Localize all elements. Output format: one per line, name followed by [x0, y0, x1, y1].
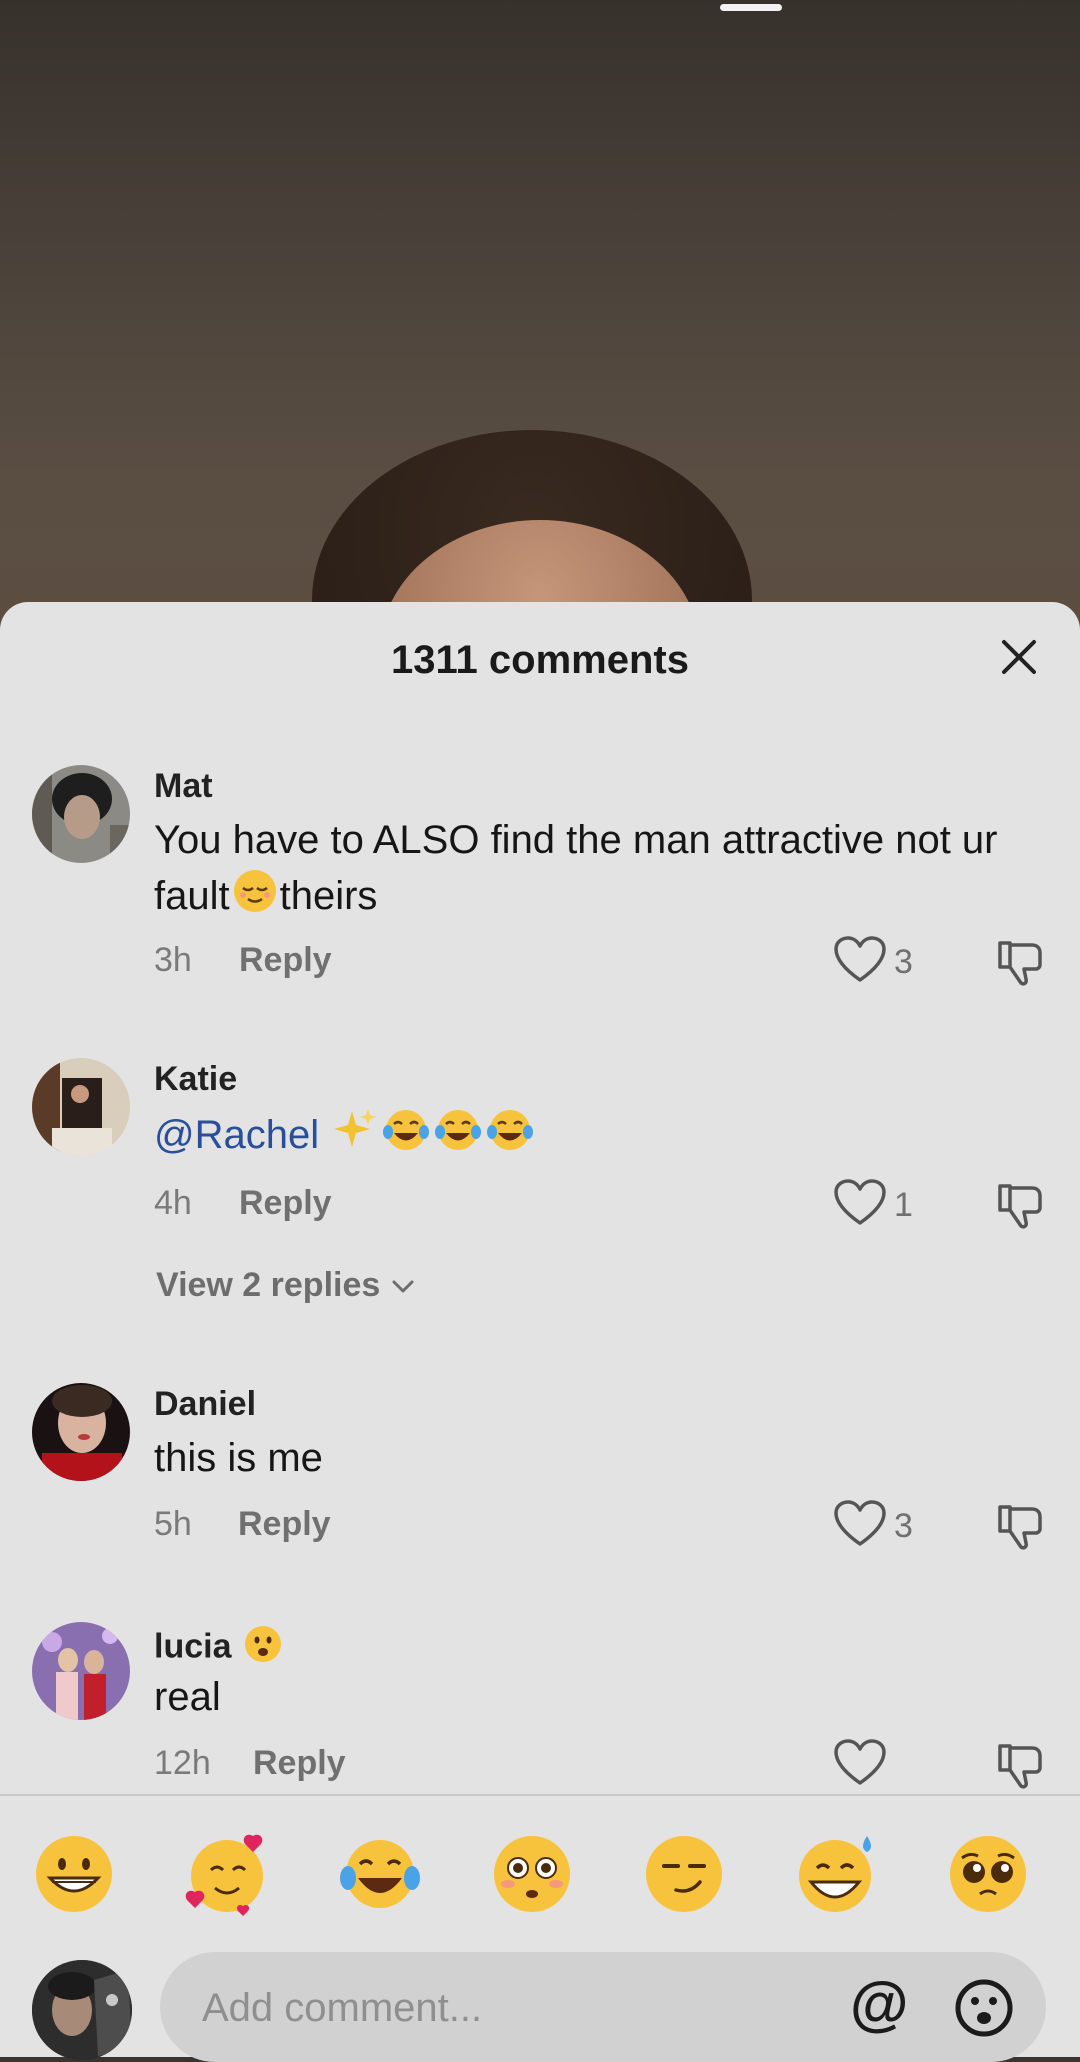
like-button[interactable]: 3: [834, 935, 934, 989]
tears-of-joy-emoji-icon: [486, 1106, 534, 1169]
comment-item: Mat You have to ALSO find the man attrac…: [0, 765, 1080, 1015]
flushed-face-emoji-icon[interactable]: [490, 1832, 574, 1916]
comment-input-container: @: [160, 1952, 1046, 2062]
comment-text-part: theirs: [279, 874, 378, 919]
thumbs-down-icon[interactable]: [994, 1501, 1046, 1553]
comment-username[interactable]: lucia: [154, 1624, 285, 1673]
comment-item: Katie @Rachel 4h Reply 1 View 2 replies: [0, 1058, 1080, 1368]
view-replies-button[interactable]: View 2 replies: [156, 1266, 416, 1305]
mention-link[interactable]: @Rachel: [154, 1113, 319, 1157]
avatar[interactable]: [32, 1058, 130, 1156]
comment-item: lucia real 12h Reply: [0, 1622, 1080, 1794]
grinning-face-emoji-icon[interactable]: [32, 1832, 116, 1916]
like-count: 1: [894, 1185, 913, 1224]
comment-username[interactable]: Katie: [154, 1060, 237, 1099]
emoji-quick-bar: [0, 1796, 1080, 1946]
comment-composer: @: [0, 1946, 1080, 2062]
reply-button[interactable]: Reply: [239, 1184, 332, 1223]
comments-count-title: 1311 comments: [391, 638, 689, 682]
mention-button[interactable]: @: [850, 1974, 909, 2034]
pleading-face-emoji-icon[interactable]: [946, 1832, 1030, 1916]
relieved-face-emoji-icon: [232, 868, 278, 929]
comment-username-text: lucia: [154, 1627, 232, 1666]
view-replies-label: View 2 replies: [156, 1266, 381, 1304]
sparkles-emoji-icon: [332, 1107, 378, 1168]
reply-button[interactable]: Reply: [238, 1505, 331, 1544]
like-button[interactable]: 3: [834, 1499, 934, 1553]
comment-username[interactable]: Mat: [154, 767, 213, 806]
tears-of-joy-emoji-icon: [382, 1106, 430, 1169]
comment-text: You have to ALSO find the man attractive…: [154, 813, 1054, 929]
heart-icon: [834, 1178, 886, 1232]
reply-button[interactable]: Reply: [239, 941, 332, 980]
tears-of-joy-emoji-icon: [434, 1106, 482, 1169]
heart-icon: [834, 935, 886, 989]
comment-item: Daniel this is me 5h Reply 3: [0, 1383, 1080, 1583]
thumbs-down-icon[interactable]: [994, 1740, 1046, 1792]
thumbs-down-icon[interactable]: [994, 1180, 1046, 1232]
tears-of-joy-emoji-icon[interactable]: [338, 1832, 422, 1916]
emoji-picker-icon[interactable]: [954, 1978, 1014, 2038]
smirk-emoji-icon[interactable]: [642, 1832, 726, 1916]
heart-icon: [834, 1499, 886, 1553]
comment-text: this is me: [154, 1436, 323, 1480]
close-icon[interactable]: [994, 632, 1044, 682]
sweat-smile-emoji-icon[interactable]: [795, 1832, 879, 1916]
smiling-hearts-emoji-icon[interactable]: [185, 1832, 269, 1916]
comment-time: 4h: [154, 1184, 192, 1222]
comment-time: 5h: [154, 1505, 192, 1543]
comment-input[interactable]: [200, 1980, 800, 2036]
like-count: 3: [894, 1506, 913, 1545]
comment-text: @Rachel: [154, 1106, 1054, 1169]
drag-handle[interactable]: [720, 4, 782, 11]
comment-text: real: [154, 1675, 221, 1719]
frowning-face-emoji-icon: [243, 1624, 283, 1673]
avatar[interactable]: [32, 1960, 132, 2060]
reply-button[interactable]: Reply: [253, 1744, 346, 1783]
chevron-down-icon: [390, 1273, 416, 1299]
like-count: 3: [894, 942, 913, 981]
avatar[interactable]: [32, 765, 130, 863]
video-background: [0, 0, 1080, 640]
heart-icon: [834, 1738, 886, 1792]
comment-time: 3h: [154, 941, 192, 979]
avatar[interactable]: [32, 1383, 130, 1481]
thumbs-down-icon[interactable]: [994, 937, 1046, 989]
comment-time: 12h: [154, 1744, 211, 1782]
like-button[interactable]: 1: [834, 1178, 934, 1232]
avatar[interactable]: [32, 1622, 130, 1720]
comment-username[interactable]: Daniel: [154, 1385, 256, 1424]
like-button[interactable]: [834, 1738, 934, 1792]
